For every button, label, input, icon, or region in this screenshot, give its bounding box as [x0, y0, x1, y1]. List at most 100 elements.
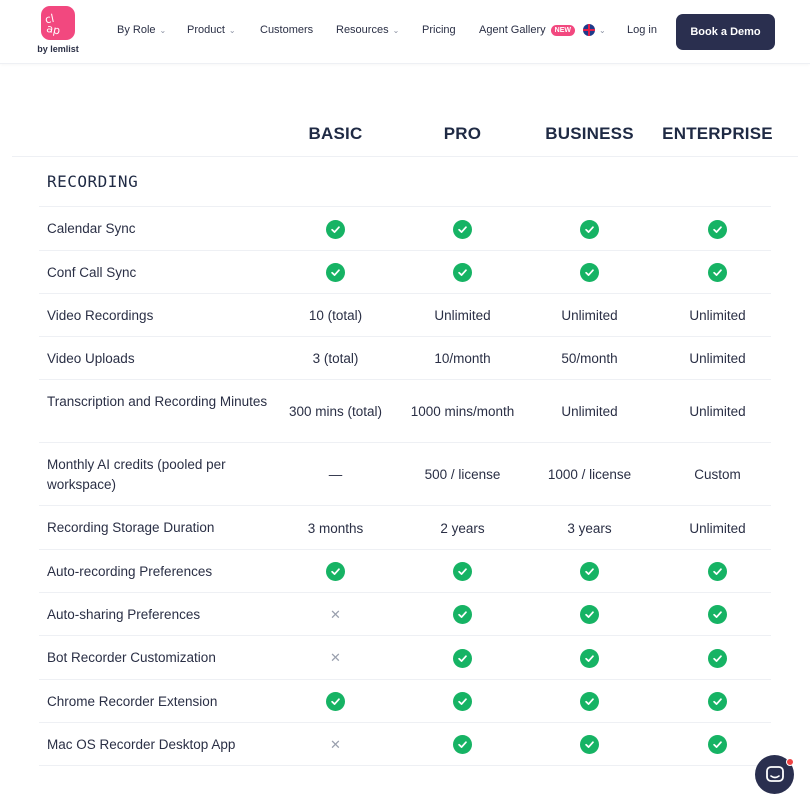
nav-product[interactable]: Product ⌄ — [187, 24, 236, 36]
check-circle-icon — [708, 219, 727, 239]
nav-label: Customers — [260, 24, 314, 36]
uk-flag-icon — [583, 24, 595, 36]
nav-agent-gallery[interactable]: Agent Gallery NEW — [479, 24, 575, 36]
value-cell: 10/month — [399, 337, 526, 380]
feature-label: Chrome Recorder Extension — [47, 693, 218, 709]
feature-label: Video Uploads — [47, 350, 135, 366]
check-circle-icon — [453, 735, 472, 754]
check-circle-icon — [708, 648, 727, 668]
plan-header-enterprise: ENTERPRISE — [662, 124, 773, 143]
value-cell: 3 years — [526, 506, 653, 550]
value-cell: Unlimited — [526, 294, 653, 337]
included-cell — [654, 207, 781, 251]
check-circle-icon — [453, 648, 472, 668]
value-cell: 300 mins (total) — [272, 380, 399, 443]
claap-logo[interactable]: cl ap by lemlist — [34, 6, 82, 58]
check-circle-icon — [326, 692, 345, 711]
cell-value: 3 months — [307, 520, 364, 536]
table-row: Auto-sharing Preferences ✕ — [39, 592, 771, 635]
included-cell — [526, 251, 653, 294]
check-circle-icon — [708, 692, 727, 711]
included-cell — [526, 636, 653, 680]
language-selector[interactable]: ⌄ — [580, 24, 606, 36]
check-circle-icon — [708, 263, 727, 282]
table-row: Conf Call Sync — [39, 250, 771, 293]
included-cell — [526, 723, 653, 766]
cell-value: Unlimited — [689, 520, 746, 536]
nav-pricing[interactable]: Pricing — [422, 24, 456, 36]
feature-label: Mac OS Recorder Desktop App — [47, 736, 236, 752]
cross-icon: ✕ — [330, 650, 341, 665]
excluded-cell: ✕ — [272, 723, 399, 766]
check-circle-icon — [580, 648, 599, 668]
logo-subtitle: by lemlist — [37, 44, 79, 54]
included-cell — [526, 207, 653, 251]
included-cell — [654, 593, 781, 636]
cell-value: 10 (total) — [308, 308, 363, 323]
table-row: Video Recordings 10 (total) Unlimited Unlim… — [39, 293, 771, 336]
cell-value: 1000 / license — [547, 467, 632, 482]
included-cell — [272, 207, 399, 251]
login-label: Log in — [627, 24, 657, 36]
cell-value: 3 years — [567, 520, 612, 536]
included-cell — [272, 550, 399, 593]
check-circle-icon — [453, 219, 472, 239]
check-circle-icon — [580, 735, 599, 754]
check-circle-icon — [708, 562, 727, 581]
included-cell — [399, 550, 526, 593]
section-title: RECORDING — [47, 172, 139, 191]
nav-by-role[interactable]: By Role ⌄ — [117, 24, 166, 36]
value-cell: 50/month — [526, 337, 653, 380]
table-row: Video Uploads 3 (total) 10/month 50/month Un… — [39, 336, 771, 379]
excluded-cell: ✕ — [272, 636, 399, 680]
included-cell — [526, 680, 653, 723]
included-cell — [654, 680, 781, 723]
cell-value: Unlimited — [689, 404, 746, 419]
value-cell: 1000 mins/month — [399, 380, 526, 443]
table-row: Calendar Sync — [39, 206, 771, 250]
feature-label: Video Recordings — [47, 307, 154, 323]
header-divider — [12, 156, 798, 157]
value-cell: 2 years — [399, 506, 526, 550]
included-cell — [654, 636, 781, 680]
check-circle-icon — [580, 562, 599, 581]
feature-label: Monthly AI credits (pooled per workspace… — [47, 456, 226, 492]
value-cell: 10 (total) — [272, 294, 399, 337]
nav-customers[interactable]: Customers — [260, 24, 313, 36]
check-circle-icon — [326, 562, 345, 581]
value-cell: 3 months — [272, 506, 399, 550]
chevron-down-icon: ⌄ — [392, 25, 400, 35]
check-circle-icon — [453, 263, 472, 282]
chevron-down-icon: ⌄ — [159, 25, 167, 35]
login-link[interactable]: Log in — [627, 24, 657, 36]
cell-value: 500 / license — [424, 467, 501, 482]
site-header: cl ap by lemlist By Role ⌄ Product ⌄ Cus… — [0, 0, 810, 64]
new-badge: NEW — [550, 24, 575, 36]
check-circle-icon — [708, 605, 727, 624]
cell-value: Unlimited — [434, 308, 491, 323]
included-cell — [526, 593, 653, 636]
check-circle-icon — [453, 605, 472, 624]
nav-resources[interactable]: Resources ⌄ — [336, 24, 399, 36]
svg-text:ap: ap — [45, 22, 61, 38]
chevron-down-icon: ⌄ — [228, 25, 236, 35]
cell-value: — — [328, 467, 343, 482]
table-row: Recording Storage Duration 3 months 2 year… — [39, 505, 771, 549]
included-cell — [654, 251, 781, 294]
included-cell — [654, 550, 781, 593]
nav-label: Product — [187, 24, 225, 36]
check-circle-icon — [580, 692, 599, 711]
value-cell: Unlimited — [399, 294, 526, 337]
included-cell — [399, 636, 526, 680]
value-cell: Custom — [654, 443, 781, 506]
logo-mark-icon: cl ap — [41, 6, 75, 40]
cell-value: 10/month — [434, 351, 491, 366]
feature-label: Auto-recording Preferences — [47, 563, 213, 579]
nav-label: By Role — [117, 24, 156, 36]
value-cell: 3 (total) — [272, 337, 399, 380]
book-demo-button[interactable]: Book a Demo — [676, 14, 775, 50]
included-cell — [526, 550, 653, 593]
cell-value: Unlimited — [689, 351, 746, 366]
included-cell — [399, 723, 526, 766]
plan-header-business: BUSINESS — [545, 124, 634, 143]
